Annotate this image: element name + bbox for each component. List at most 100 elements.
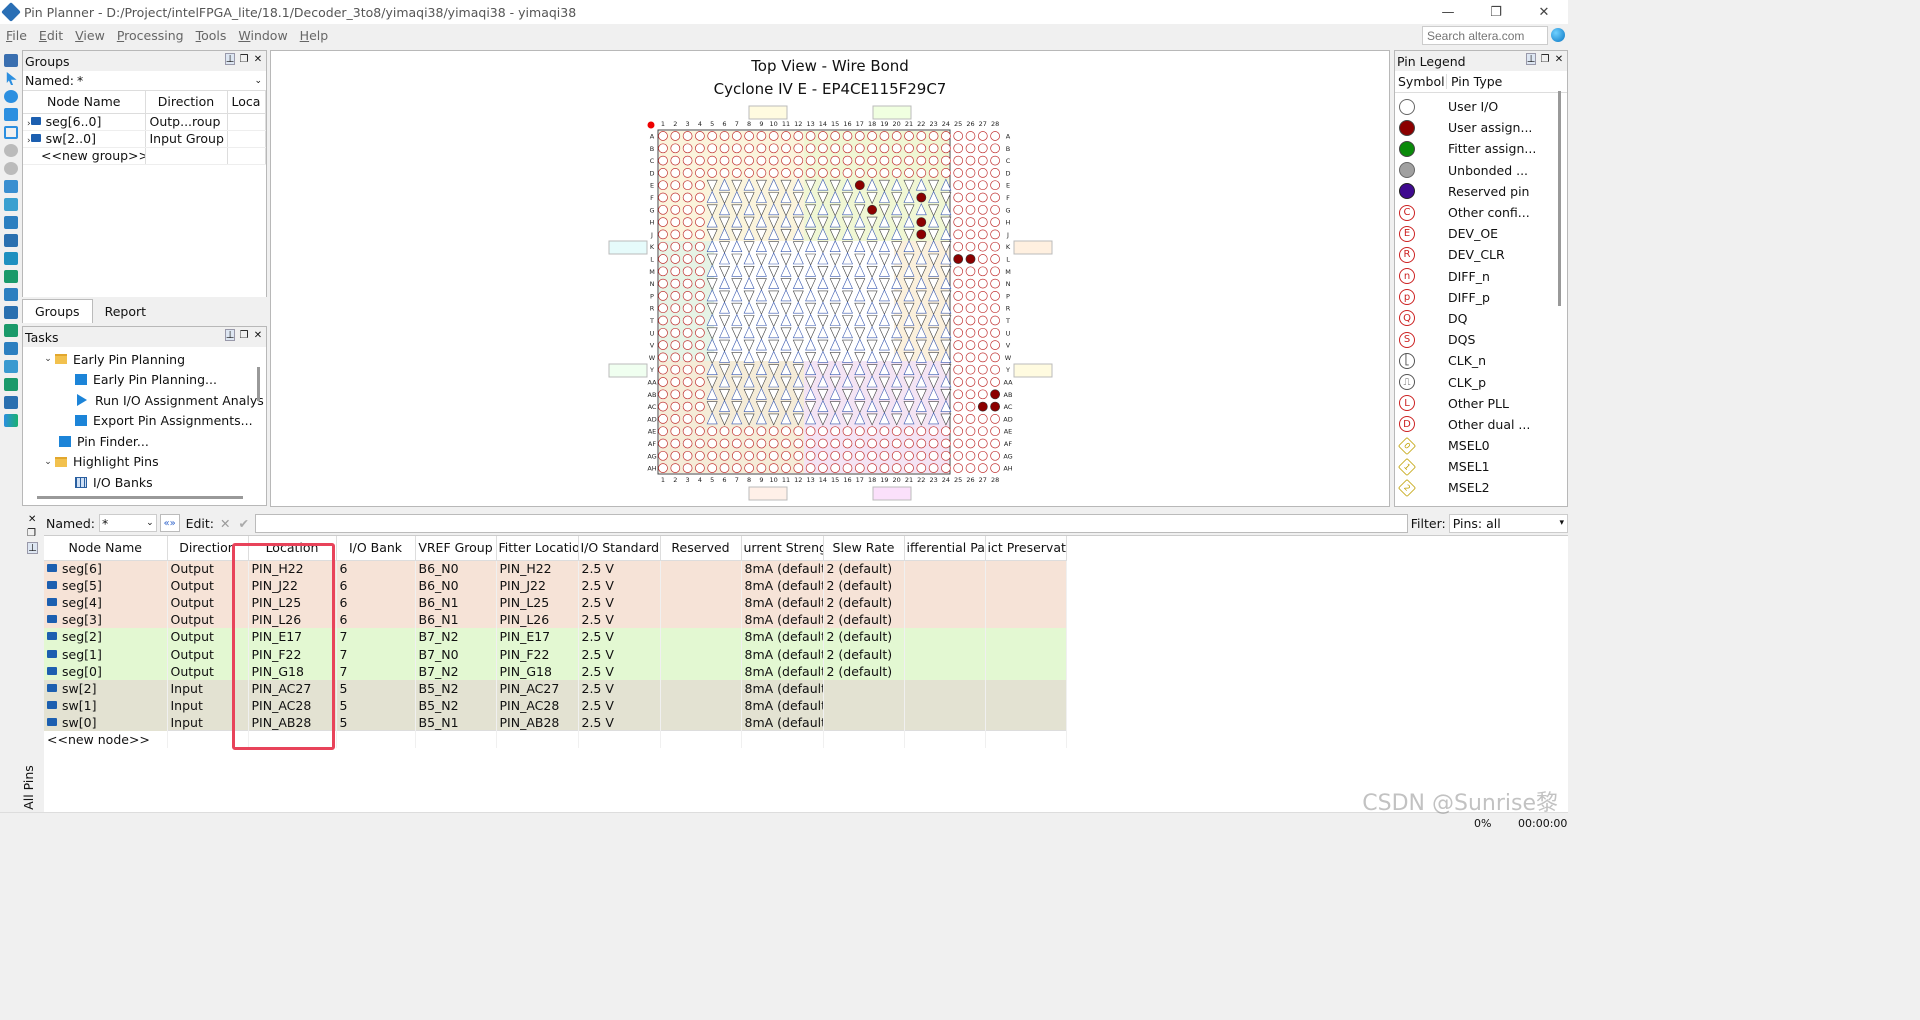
io-pin[interactable] [965,303,976,314]
io-pin[interactable] [695,266,705,277]
pin-io-bank[interactable]: 6 [336,611,416,629]
io-pin[interactable] [756,450,767,461]
user-assigned-pin[interactable] [854,180,865,191]
pin-current-strength[interactable]: 8mA (default) [741,594,824,612]
ground-pin[interactable] [780,239,792,252]
pin-node-name[interactable]: seg[4] [44,594,168,612]
io-pin[interactable] [768,155,779,166]
io-pin[interactable] [719,438,730,449]
io-pin[interactable] [953,168,964,178]
io-pin[interactable] [965,229,976,240]
io-pin[interactable] [731,155,742,166]
pin-location[interactable]: PIN_G18 [248,662,337,680]
power-pin[interactable] [842,315,853,328]
power-pin[interactable] [854,253,866,266]
io-pin[interactable] [695,131,705,141]
io-pin[interactable] [818,450,828,461]
io-pin[interactable] [830,438,841,449]
io-pin[interactable] [682,204,693,215]
io-pin[interactable] [965,204,976,215]
power-pin[interactable] [743,315,755,328]
power-pin[interactable] [719,241,730,254]
io-pin[interactable] [670,401,681,412]
ground-pin[interactable] [755,338,767,351]
col-io-bank[interactable]: I/O Bank [336,536,416,561]
io-pin[interactable] [977,389,988,400]
io-pin[interactable] [682,217,693,227]
io-pin[interactable] [854,168,865,178]
col-io-standard[interactable]: I/O Standard [578,536,661,561]
ground-pin[interactable] [829,264,841,277]
ground-pin[interactable] [768,276,780,289]
empty-cell[interactable] [741,730,824,749]
power-pin[interactable] [792,339,804,352]
io-pin[interactable] [682,401,693,412]
pin-vref-group[interactable]: B5_N2 [415,679,497,697]
io-pin[interactable] [670,327,681,338]
user-assigned-pin[interactable] [965,254,976,264]
io-pin[interactable] [867,155,877,166]
io-pin[interactable] [682,241,693,252]
menu-view[interactable]: View [69,28,111,43]
table-row[interactable]: seg[1] Output PIN_F22 7 B7_N0 PIN_F22 2.5 V 8mA… [44,645,1067,663]
power-pin[interactable] [731,327,743,340]
toolbar-icon[interactable] [4,324,18,337]
io-pin[interactable] [965,278,976,289]
pin-differential-pair[interactable] [904,594,986,612]
io-pin[interactable] [744,168,754,178]
power-pin[interactable] [792,290,804,303]
io-pin[interactable] [670,414,681,424]
ground-pin[interactable] [719,326,730,339]
pin-io-bank[interactable]: 6 [336,594,416,612]
io-pin[interactable] [965,401,976,412]
io-pin[interactable] [781,438,791,449]
io-pin[interactable] [682,414,693,424]
col-node-name[interactable]: Node Name [23,91,146,114]
pin-io-standard[interactable]: 2.5 V [578,713,661,731]
power-pin[interactable] [731,253,743,266]
io-pin[interactable] [842,155,853,166]
io-pin[interactable] [682,327,693,338]
float-icon[interactable]: ❐ [239,53,249,65]
pin-node-name[interactable]: seg[2] [44,628,168,646]
power-pin[interactable] [805,327,817,340]
io-pin[interactable] [953,377,964,387]
io-pin[interactable] [670,229,681,240]
io-pin[interactable] [658,180,668,191]
power-pin[interactable] [878,302,890,315]
io-pin[interactable] [977,414,988,424]
io-pin[interactable] [658,352,668,363]
power-pin[interactable] [842,339,853,352]
power-pin[interactable] [866,266,878,279]
pin-location[interactable]: PIN_AC28 [248,696,337,714]
pin-vref-group[interactable]: B6_N1 [415,594,497,612]
power-pin[interactable] [854,278,866,291]
empty-cell[interactable] [415,730,497,749]
io-pin[interactable] [695,192,705,203]
pin-direction[interactable]: Output [167,577,249,595]
group-row[interactable]: › sw[2..0] Input Group [23,130,266,148]
io-pin[interactable] [977,377,988,387]
io-pin[interactable] [990,340,1000,350]
power-pin[interactable] [854,327,866,340]
io-pin[interactable] [695,463,705,473]
power-pin[interactable] [842,290,853,303]
ground-pin[interactable] [792,350,804,363]
power-pin[interactable] [805,278,817,291]
pin-node-name[interactable]: seg[5] [44,577,168,595]
io-pin[interactable] [916,155,927,166]
pin-current-strength[interactable]: 8mA (default) [741,713,824,731]
power-pin[interactable] [780,327,792,340]
io-pin[interactable] [682,426,693,437]
power-pin[interactable] [866,339,878,352]
io-pin[interactable] [891,463,902,473]
io-pin[interactable] [670,131,681,141]
io-pin[interactable] [891,131,902,141]
pin-fitter-location[interactable]: PIN_H22 [496,560,579,578]
io-pin[interactable] [756,168,767,178]
io-pin[interactable] [977,155,988,166]
io-pin[interactable] [953,327,964,338]
io-pin[interactable] [977,340,988,350]
pin-slew-rate[interactable]: 2 (default) [823,645,905,663]
io-pin[interactable] [670,352,681,363]
